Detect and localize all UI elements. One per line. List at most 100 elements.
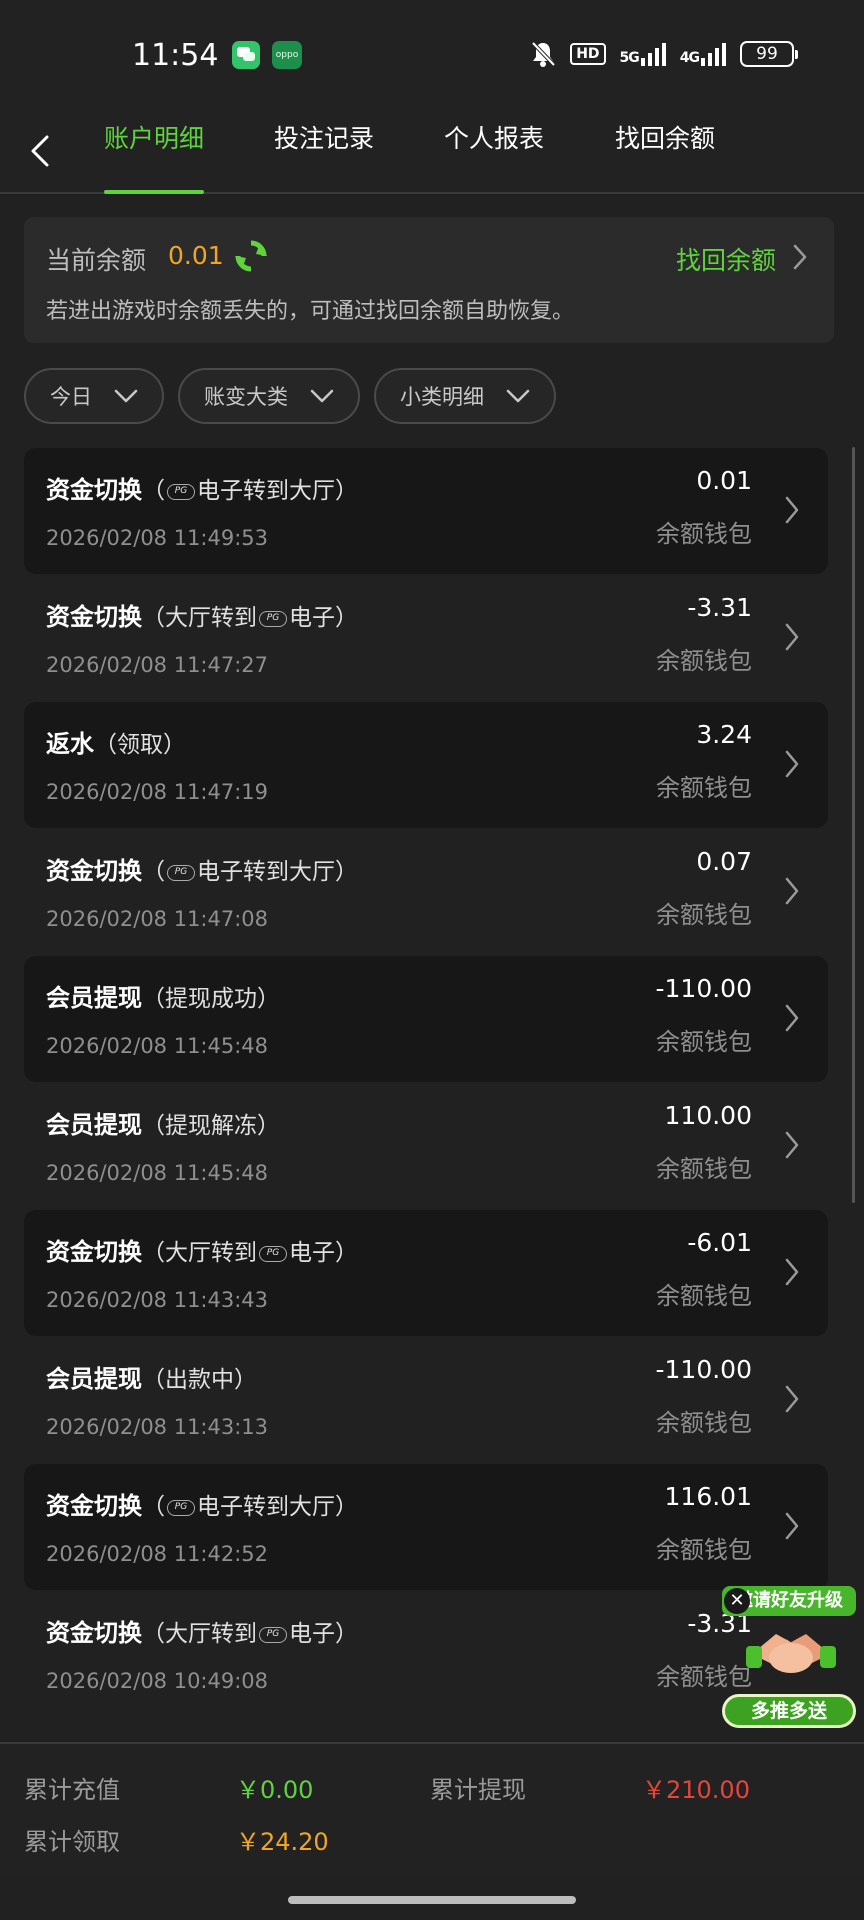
scrollbar[interactable] bbox=[852, 447, 855, 1203]
transaction-date: 2026/02/08 11:42:52 bbox=[46, 1542, 269, 1566]
promo-button[interactable]: 多推多送 bbox=[722, 1694, 856, 1728]
close-icon[interactable]: ✕ bbox=[724, 1588, 750, 1614]
transaction-type: 会员提现 bbox=[46, 1111, 142, 1139]
transaction-detail-suffix: 电子） bbox=[289, 1621, 358, 1647]
transaction-date: 2026/02/08 10:49:08 bbox=[46, 1669, 269, 1693]
chevron-right-icon[interactable] bbox=[782, 875, 802, 907]
status-bar: 11:54 oppo HD 5G 4G 99 bbox=[0, 0, 864, 110]
chevron-right-icon[interactable] bbox=[782, 621, 802, 653]
filter-date-dropdown[interactable]: 今日 bbox=[24, 368, 164, 424]
transaction-wallet: 余额钱包 bbox=[656, 1282, 752, 1310]
balance-value: 0.01 bbox=[168, 241, 224, 270]
transaction-row[interactable]: 返水（领取） 2026/02/08 11:47:19 3.24 余额钱包 bbox=[24, 702, 828, 828]
transaction-detail-suffix: 电子） bbox=[289, 605, 358, 631]
chevron-right-icon[interactable] bbox=[782, 1002, 802, 1034]
chevron-down-icon bbox=[310, 389, 334, 403]
chevron-right-icon[interactable] bbox=[782, 748, 802, 780]
chevron-right-icon[interactable] bbox=[782, 494, 802, 526]
transaction-detail-suffix: 电子转到大厅） bbox=[197, 859, 358, 885]
transaction-row[interactable]: 资金切换（ PG 电子转到大厅） 2026/02/08 11:49:53 0.01 余额钱… bbox=[24, 448, 828, 574]
chevron-right-icon[interactable] bbox=[782, 1510, 802, 1542]
transaction-amount: 0.07 bbox=[696, 847, 752, 876]
filter-bar: 今日 账变大类 小类明细 bbox=[24, 368, 556, 424]
transaction-date: 2026/02/08 11:43:13 bbox=[46, 1415, 269, 1439]
pg-logo-icon: PG bbox=[259, 610, 287, 627]
pg-logo-icon: PG bbox=[167, 483, 195, 500]
transaction-detail: （ bbox=[142, 1494, 165, 1520]
transaction-row[interactable]: 资金切换（大厅转到 PG 电子） 2026/02/08 11:43:43 -6.01 余额… bbox=[24, 1210, 828, 1336]
transaction-row[interactable]: 会员提现（出款中） 2026/02/08 11:43:13 -110.00 余额钱包 bbox=[24, 1337, 828, 1463]
transaction-title: 资金切换（ PG 电子转到大厅） bbox=[46, 851, 358, 886]
recover-balance-link[interactable]: 找回余额 bbox=[676, 241, 776, 277]
transaction-date: 2026/02/08 11:47:19 bbox=[46, 780, 269, 804]
transaction-date: 2026/02/08 11:45:48 bbox=[46, 1161, 269, 1185]
filter-category-dropdown[interactable]: 账变大类 bbox=[178, 368, 360, 424]
total-claim-value: ￥24.20 bbox=[236, 1828, 329, 1856]
pg-logo-icon: PG bbox=[259, 1626, 287, 1643]
oppo-app-icon: oppo bbox=[272, 41, 302, 69]
chevron-right-icon[interactable] bbox=[782, 1256, 802, 1288]
transaction-detail: （大厅转到 bbox=[142, 1240, 257, 1266]
hd-voice-icon: HD bbox=[570, 43, 606, 65]
transaction-type: 资金切换 bbox=[46, 476, 142, 504]
transaction-wallet: 余额钱包 bbox=[656, 647, 752, 675]
transaction-row[interactable]: 资金切换（ PG 电子转到大厅） 2026/02/08 11:47:08 0.07 余额钱… bbox=[24, 829, 828, 955]
filter-subcategory-dropdown[interactable]: 小类明细 bbox=[374, 368, 556, 424]
transaction-date: 2026/02/08 11:43:43 bbox=[46, 1288, 269, 1312]
refresh-icon[interactable] bbox=[234, 239, 268, 273]
wechat-icon bbox=[232, 41, 260, 69]
transaction-detail: （大厅转到 bbox=[142, 605, 257, 631]
chevron-right-icon[interactable] bbox=[782, 1383, 802, 1415]
total-deposit-label: 累计充值 bbox=[24, 1776, 120, 1804]
transaction-type: 资金切换 bbox=[46, 857, 142, 885]
transaction-row[interactable]: 资金切换（ PG 电子转到大厅） 2026/02/08 11:42:52 116.01 余… bbox=[24, 1464, 828, 1590]
transaction-row[interactable]: 资金切换（大厅转到 PG 电子） 2026/02/08 10:49:08 -3.31 余额… bbox=[24, 1591, 828, 1717]
transaction-title: 会员提现（提现解冻） bbox=[46, 1105, 280, 1140]
pg-logo-icon: PG bbox=[167, 1499, 195, 1516]
transaction-row[interactable]: 会员提现（提现成功） 2026/02/08 11:45:48 -110.00 余额钱包 bbox=[24, 956, 828, 1082]
transaction-wallet: 余额钱包 bbox=[656, 520, 752, 548]
transaction-type: 会员提现 bbox=[46, 984, 142, 1012]
transaction-title: 资金切换（大厅转到 PG 电子） bbox=[46, 597, 358, 632]
transaction-type: 资金切换 bbox=[46, 603, 142, 631]
transaction-title: 资金切换（大厅转到 PG 电子） bbox=[46, 1613, 358, 1648]
transaction-amount: -110.00 bbox=[655, 1355, 753, 1384]
transaction-wallet: 余额钱包 bbox=[656, 1409, 752, 1437]
transaction-amount: 110.00 bbox=[664, 1101, 752, 1130]
total-withdraw-label: 累计提现 bbox=[430, 1776, 526, 1804]
home-indicator[interactable] bbox=[288, 1896, 576, 1904]
top-nav: 账户明细 投注记录 个人报表 找回余额 bbox=[0, 110, 864, 194]
tab-personal-report[interactable]: 个人报表 bbox=[444, 110, 544, 194]
chevron-right-icon[interactable] bbox=[782, 1129, 802, 1161]
signal-4g-icon: 4G bbox=[680, 42, 726, 66]
transaction-detail: （出款中） bbox=[142, 1367, 257, 1393]
transaction-title: 会员提现（提现成功） bbox=[46, 978, 280, 1013]
transaction-date: 2026/02/08 11:45:48 bbox=[46, 1034, 269, 1058]
signal-5g-icon: 5G bbox=[620, 42, 666, 66]
tab-account-details[interactable]: 账户明细 bbox=[104, 110, 205, 194]
total-claim-label: 累计领取 bbox=[24, 1828, 120, 1856]
transaction-title: 资金切换（大厅转到 PG 电子） bbox=[46, 1232, 358, 1267]
tab-recover-balance[interactable]: 找回余额 bbox=[615, 110, 715, 194]
total-deposit-value: ￥0.00 bbox=[236, 1776, 314, 1804]
transaction-date: 2026/02/08 11:47:27 bbox=[46, 653, 269, 677]
transaction-detail-suffix: 电子转到大厅） bbox=[197, 478, 358, 504]
transaction-title: 资金切换（ PG 电子转到大厅） bbox=[46, 1486, 358, 1521]
transaction-row[interactable]: 资金切换（大厅转到 PG 电子） 2026/02/08 11:47:27 -3.31 余额… bbox=[24, 575, 828, 701]
transaction-row[interactable]: 会员提现（提现解冻） 2026/02/08 11:45:48 110.00 余额钱包 bbox=[24, 1083, 828, 1209]
transaction-detail: （领取） bbox=[94, 732, 186, 758]
back-arrow-icon[interactable] bbox=[26, 132, 56, 170]
chevron-down-icon bbox=[506, 389, 530, 403]
transaction-wallet: 余额钱包 bbox=[656, 1028, 752, 1056]
balance-note: 若进出游戏时余额丢失的，可通过找回余额自助恢复。 bbox=[46, 299, 575, 324]
chevron-right-icon[interactable] bbox=[790, 242, 810, 272]
status-icons: HD 5G 4G 99 bbox=[530, 40, 798, 68]
transaction-amount: 116.01 bbox=[664, 1482, 752, 1511]
transaction-type: 资金切换 bbox=[46, 1238, 142, 1266]
transaction-date: 2026/02/08 11:49:53 bbox=[46, 526, 269, 550]
transaction-detail: （大厅转到 bbox=[142, 1621, 257, 1647]
status-time: 11:54 bbox=[132, 38, 219, 73]
transaction-type: 资金切换 bbox=[46, 1492, 142, 1520]
tab-bet-records[interactable]: 投注记录 bbox=[274, 110, 374, 194]
promo-widget[interactable]: 邀请好友升级 ✕ 多推多送 bbox=[720, 1586, 858, 1728]
